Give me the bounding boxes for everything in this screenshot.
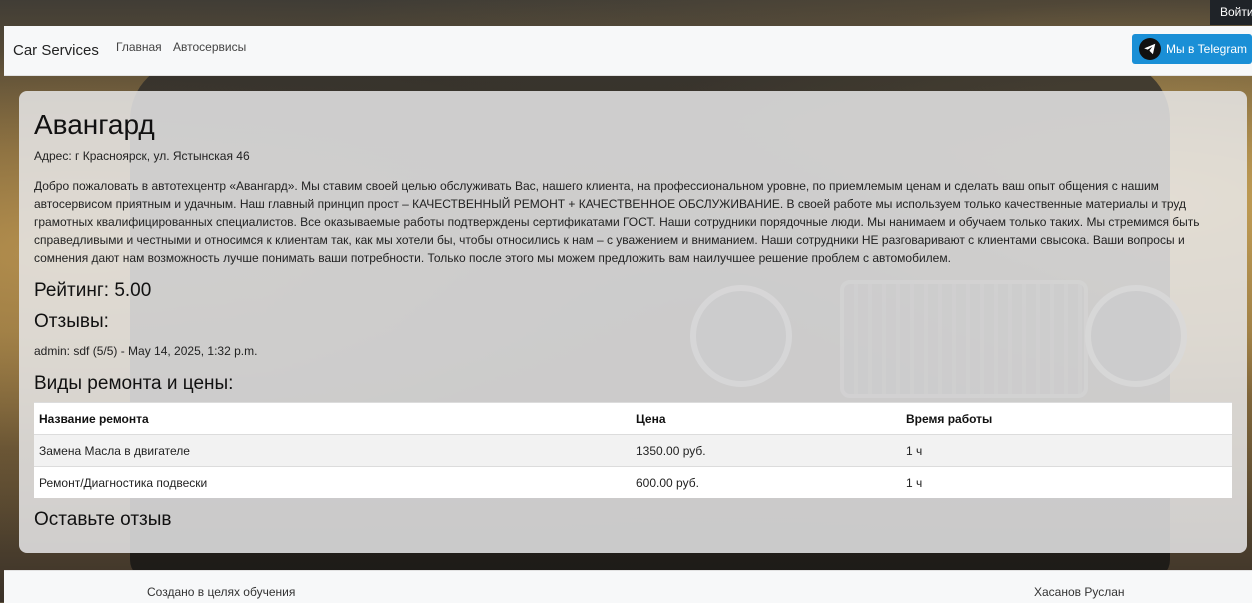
footer-credit: Создано в целях обучения	[147, 585, 296, 599]
service-address: Адрес: г Красноярск, ул. Ястынская 46	[34, 149, 250, 163]
leave-review-heading: Оставьте отзыв	[34, 509, 172, 530]
footer-author: Хасанов Руслан	[1034, 585, 1125, 599]
repair-price-cell: 1350.00 руб.	[631, 434, 901, 467]
footer: Создано в целях обучения Хасанов Руслан	[4, 570, 1252, 603]
review-item: admin: sdf (5/5) - May 14, 2025, 1:32 p.…	[34, 344, 258, 358]
table-row: Замена Масла в двигателе 1350.00 руб. 1 …	[34, 434, 1232, 467]
repairs-table: Название ремонта Цена Время работы Замен…	[34, 402, 1232, 498]
repairs-heading: Виды ремонта и цены:	[34, 373, 234, 394]
service-rating: Рейтинг: 5.00	[34, 280, 152, 301]
repair-name-cell: Ремонт/Диагностика подвески	[34, 466, 631, 498]
repair-price-cell: 600.00 руб.	[631, 466, 901, 498]
repair-time-cell: 1 ч	[901, 466, 1232, 498]
nav-link-home[interactable]: Главная	[116, 40, 162, 54]
login-button[interactable]: Войти	[1210, 0, 1252, 25]
telegram-icon	[1139, 38, 1161, 60]
telegram-button-label: Мы в Telegram	[1166, 42, 1248, 56]
table-row: Ремонт/Диагностика подвески 600.00 руб. …	[34, 466, 1232, 498]
service-title: Авангард	[34, 109, 155, 140]
column-header-name: Название ремонта	[34, 402, 631, 435]
navbar: Car Services Главная Автосервисы Мы в Te…	[4, 26, 1252, 76]
column-header-price: Цена	[631, 402, 901, 435]
repair-name-cell: Замена Масла в двигателе	[34, 434, 631, 467]
brand-link[interactable]: Car Services	[13, 42, 99, 59]
service-description: Добро пожаловать в автотехцентр «Авангар…	[34, 179, 1200, 265]
column-header-time: Время работы	[901, 402, 1232, 435]
nav-link-services[interactable]: Автосервисы	[173, 40, 246, 54]
service-card: Авангард Адрес: г Красноярск, ул. Ястынс…	[19, 91, 1247, 553]
repair-time-cell: 1 ч	[901, 434, 1232, 467]
reviews-heading: Отзывы:	[34, 311, 109, 332]
telegram-button[interactable]: Мы в Telegram	[1132, 34, 1252, 64]
table-header-row: Название ремонта Цена Время работы	[34, 402, 1232, 435]
